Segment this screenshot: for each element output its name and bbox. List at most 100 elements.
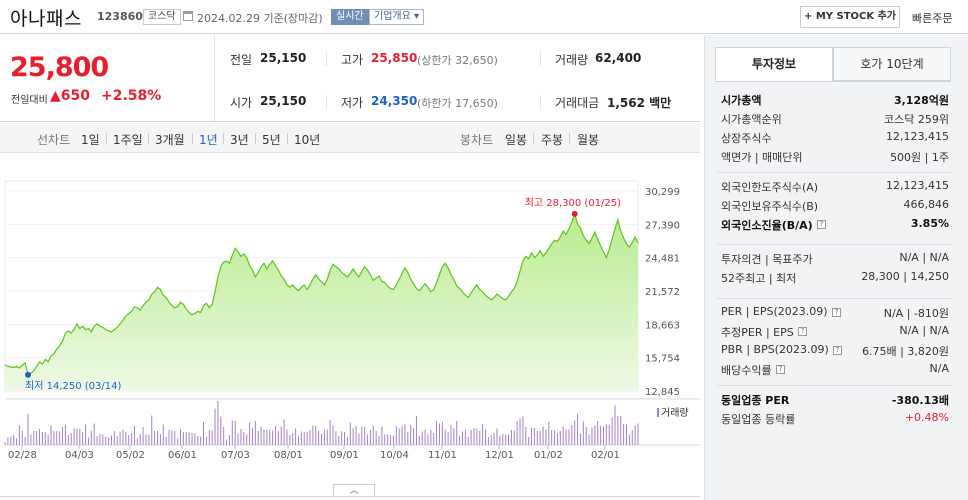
help-icon[interactable]: ? (817, 220, 826, 229)
chart-low-label: 최저 14,250 (03/14) (25, 380, 121, 392)
trade-amount-label: 거래대금 (555, 96, 600, 110)
period-3y[interactable]: 3년 (230, 131, 249, 148)
period-5y[interactable]: 5년 (262, 131, 281, 148)
info-row: 외국인한도주식수(A) 12,123,415 (721, 179, 949, 197)
info-row: 액면가 | 매매단위 500원 | 1주 (721, 149, 949, 167)
candle-daily[interactable]: 일봉 (505, 131, 527, 148)
high-marker (571, 210, 578, 217)
price-summary: 25,800 전일대비 ▲650 +2.58% 전일 25,150 고가 25,… (0, 35, 700, 122)
low-value: 24,350 (371, 94, 418, 108)
x-tick-label: 02/28 (8, 450, 37, 461)
line-chart-label: 선차트 (37, 133, 71, 147)
info-value: N/A | N/A (899, 324, 949, 337)
info-row: 외국인소진율(B/A)? 3.85% (721, 217, 949, 235)
info-row: 배당수익률? N/A (721, 362, 949, 380)
info-key: 시가총액 (721, 94, 762, 107)
help-icon[interactable]: ? (832, 308, 841, 317)
y-tick-label: 30,299 (645, 187, 680, 198)
info-row: 시가총액순위 코스닥 259위 (721, 111, 949, 129)
help-icon[interactable]: ? (798, 327, 807, 336)
candle-weekly[interactable]: 주봉 (541, 131, 563, 148)
x-tick-label: 12/01 (485, 450, 514, 461)
add-my-stock-button[interactable]: + MY STOCK 추가 (800, 6, 900, 28)
info-key: 추정PER | EPS (721, 326, 794, 339)
stock-name: 아나패스 (10, 8, 82, 30)
info-key: PBR | BPS(2023.09) (721, 343, 829, 356)
y-tick-label: 27,390 (645, 220, 680, 231)
candle-monthly[interactable]: 월봉 (577, 131, 599, 148)
y-tick-label: 18,663 (645, 320, 680, 331)
divider (326, 95, 327, 109)
divider (287, 133, 288, 144)
info-value: 12,123,415 (886, 179, 949, 192)
info-row: 52주최고 | 최저 28,300 | 14,250 (721, 270, 949, 288)
x-tick-label: 06/01 (168, 450, 197, 461)
info-value: 12,123,415 (886, 130, 949, 143)
chart-high-label: 최고 28,300 (01/25) (525, 197, 621, 209)
x-tick-label: 09/01 (330, 450, 359, 461)
stock-code: 123860 (97, 10, 143, 23)
divider (717, 172, 953, 173)
x-tick-label: 07/03 (221, 450, 250, 461)
y-tick-label: 15,754 (645, 354, 680, 365)
company-overview-dropdown[interactable]: 기업개요 ▾ (369, 9, 425, 25)
chevron-down-icon: ▾ (414, 11, 420, 22)
tab-orderbook-10[interactable]: 호가 10단계 (833, 47, 951, 81)
quick-order-link[interactable]: 빠른주문 (912, 10, 952, 26)
period-1d[interactable]: 1일 (81, 131, 100, 148)
chevron-up-icon: ︿ (349, 486, 359, 496)
divider (540, 52, 541, 66)
info-value: 코스닥 259위 (884, 113, 949, 126)
info-key: 동일업종 PER (721, 394, 790, 407)
info-row: 시가총액 3,128억원 (721, 92, 949, 110)
x-tick-label: 10/04 (380, 450, 409, 461)
date-basis-text: 2024.02.29 기준(장마감) (197, 12, 323, 25)
volume-value: 62,400 (595, 51, 642, 65)
info-key: 52주최고 | 최저 (721, 272, 797, 285)
info-value: N/A (929, 362, 949, 375)
help-icon[interactable]: ? (833, 346, 842, 355)
price-chart[interactable]: 30,299 27,390 24,481 21,572 18,663 15,754 12,8… (0, 153, 700, 488)
realtime-button[interactable]: 실시간 (331, 9, 369, 25)
info-value: 6.75배 | 3,820원 (862, 345, 949, 358)
tab-investment-info[interactable]: 투자정보 (715, 47, 833, 81)
divider (214, 35, 215, 121)
x-tick-label: 11/01 (428, 450, 457, 461)
divider (569, 133, 570, 144)
divider (148, 133, 149, 144)
period-10y[interactable]: 10년 (294, 131, 320, 148)
info-row: 동일업종 등락률 +0.48% (721, 411, 949, 429)
company-overview-label: 기업개요 (374, 11, 411, 22)
y-tick-label: 12,845 (645, 387, 680, 398)
calendar-icon (183, 11, 193, 21)
info-key: 시가총액순위 (721, 113, 782, 126)
info-key: 액면가 | 매매단위 (721, 151, 803, 164)
current-price: 25,800 (10, 52, 109, 83)
help-icon[interactable]: ? (776, 365, 785, 374)
trade-amount-value: 1,562 백만 (607, 96, 672, 110)
info-row: 외국인보유주식수(B) 466,846 (721, 198, 949, 216)
diff-amount: ▲650 (50, 88, 90, 104)
y-tick-label: 21,572 (645, 287, 680, 298)
investment-info-panel: 투자정보 호가 10단계 시가총액 3,128억원 시가총액순위 코스닥 259위 상장… (704, 35, 968, 500)
info-value: 28,300 | 14,250 (861, 270, 949, 283)
prev-close-value: 25,150 (260, 51, 307, 65)
period-1y[interactable]: 1년 (199, 131, 218, 148)
collapse-chart-button[interactable]: ︿ (333, 484, 375, 496)
info-key: 동일업종 등락률 (721, 413, 796, 426)
info-key: 배당수익률 (721, 364, 772, 377)
low-marker (25, 371, 32, 378)
info-row: 투자의견 | 목표주가 N/A | N/A (721, 251, 949, 269)
info-key: 투자의견 | 목표주가 (721, 253, 813, 266)
high-value: 25,850 (371, 51, 418, 65)
price-area (5, 213, 638, 391)
x-tick-label: 08/01 (274, 450, 303, 461)
divider (255, 133, 256, 144)
info-key: 외국인한도주식수(A) (721, 181, 819, 194)
chart-period-bar: 선차트 1일 1주일 3개월 1년 3년 5년 10년 봉차트 일봉 주봉 월봉 (0, 123, 700, 153)
period-1w[interactable]: 1주일 (113, 131, 143, 148)
info-key: 외국인보유주식수(B) (721, 200, 819, 213)
period-3m[interactable]: 3개월 (155, 131, 185, 148)
info-value: N/A | -810원 (883, 307, 949, 320)
x-tick-label: 02/01 (591, 450, 620, 461)
